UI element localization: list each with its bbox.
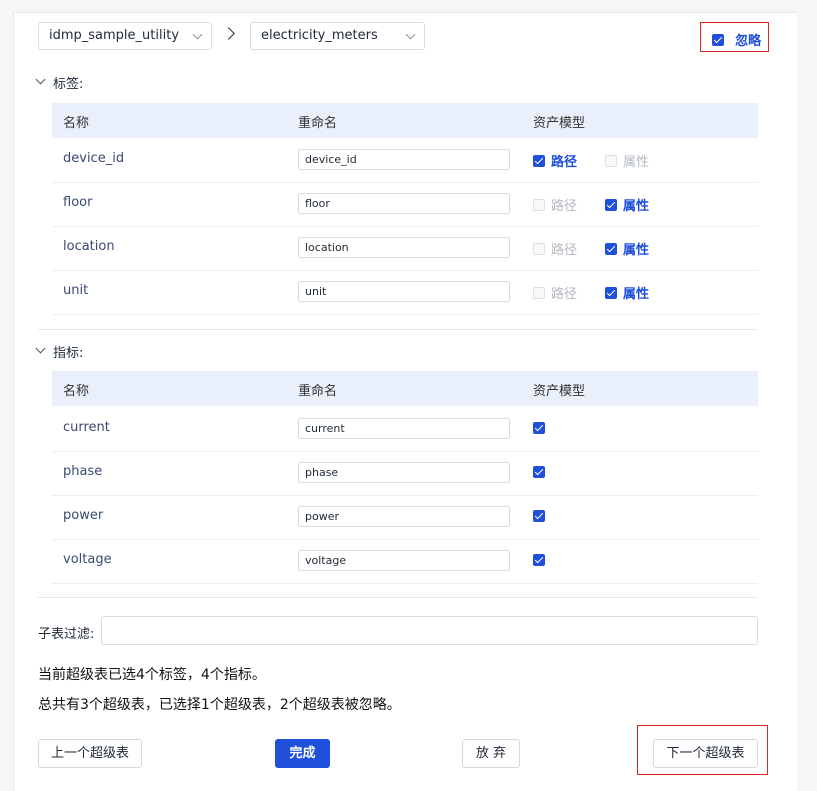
asset-model-checkbox[interactable] <box>533 420 545 435</box>
table-row: power power <box>52 495 758 540</box>
tags-section-title: 标签: <box>53 77 84 92</box>
asset-model-checkbox[interactable] <box>533 464 545 479</box>
metric-name: voltage <box>63 552 112 567</box>
attribute-checkbox[interactable]: 属性 <box>605 283 649 302</box>
checkbox-checked-icon <box>712 33 724 46</box>
asset-model-checkbox[interactable] <box>533 552 545 567</box>
table-row: current current <box>52 407 758 452</box>
ignore-label: 忽略 <box>735 34 762 49</box>
checkbox-checked-icon <box>533 553 545 566</box>
rename-input[interactable]: power <box>298 506 510 527</box>
filter-label: 子表过滤: <box>38 627 95 642</box>
database-select-value: idmp_sample_utility <box>49 28 180 43</box>
column-header-rename: 重命名 <box>298 384 338 399</box>
next-supertable-button[interactable]: 下一个超级表 <box>653 739 758 768</box>
tag-name: floor <box>63 195 93 210</box>
rename-input[interactable]: unit <box>298 281 510 302</box>
path-label: 路径 <box>551 287 578 302</box>
path-checkbox[interactable]: 路径 <box>533 283 577 302</box>
metrics-section-title: 指标: <box>53 346 84 361</box>
metric-name: current <box>63 420 110 435</box>
metric-name: phase <box>63 464 103 479</box>
table-row: voltage voltage <box>52 539 758 584</box>
rename-input[interactable]: device_id <box>298 149 510 170</box>
ignore-checkbox[interactable]: 忽略 <box>712 29 761 49</box>
tag-name: unit <box>63 283 89 298</box>
checkbox-checked-icon <box>533 465 545 478</box>
tags-table-header: 名称 重命名 资产模型 <box>52 103 758 138</box>
metrics-table-header: 名称 重命名 资产模型 <box>52 371 758 406</box>
abandon-button[interactable]: 放 弃 <box>462 739 520 768</box>
attribute-checkbox[interactable]: 属性 <box>605 195 649 214</box>
section-divider <box>38 329 758 330</box>
supertable-summary: 总共有3个超级表，已选择1个超级表，2个超级表被忽略。 <box>38 697 401 713</box>
table-row: unit unit 路径 属性 <box>52 270 758 315</box>
metric-name: power <box>63 508 104 523</box>
checkbox-unchecked-icon <box>605 154 617 167</box>
supertable-select[interactable]: electricity_meters <box>250 22 425 50</box>
column-header-asset-model: 资产模型 <box>533 384 586 399</box>
checkbox-checked-icon <box>533 509 545 522</box>
attribute-label: 属性 <box>623 243 650 258</box>
table-row: location location 路径 属性 <box>52 226 758 271</box>
rename-input[interactable]: voltage <box>298 550 510 571</box>
database-select[interactable]: idmp_sample_utility <box>38 22 212 50</box>
column-header-asset-model: 资产模型 <box>533 116 586 131</box>
column-header-rename: 重命名 <box>298 116 338 131</box>
table-row: floor floor 路径 属性 <box>52 182 758 227</box>
path-checkbox[interactable]: 路径 <box>533 151 577 170</box>
path-label: 路径 <box>551 243 578 258</box>
attribute-checkbox[interactable]: 属性 <box>605 151 649 170</box>
asset-model-checkbox[interactable] <box>533 508 545 523</box>
rename-input[interactable]: current <box>298 418 510 439</box>
selection-summary: 当前超级表已选4个标签，4个指标。 <box>38 667 266 683</box>
checkbox-checked-icon <box>533 421 545 434</box>
checkbox-checked-icon <box>605 286 617 299</box>
rename-input[interactable]: phase <box>298 462 510 483</box>
finish-button[interactable]: 完成 <box>275 739 330 768</box>
subtable-filter-input[interactable] <box>101 616 758 645</box>
table-row: phase phase <box>52 451 758 496</box>
tag-name: location <box>63 239 115 254</box>
checkbox-unchecked-icon <box>533 198 545 211</box>
column-header-name: 名称 <box>63 384 90 399</box>
path-label: 路径 <box>551 155 578 170</box>
chevron-down-icon <box>192 29 203 40</box>
checkbox-checked-icon <box>533 154 545 167</box>
path-checkbox[interactable]: 路径 <box>533 195 577 214</box>
attribute-label: 属性 <box>623 287 650 302</box>
attribute-label: 属性 <box>623 155 650 170</box>
section-divider <box>38 597 758 598</box>
rename-input[interactable]: location <box>298 237 510 258</box>
table-row: device_id device_id 路径 属性 <box>52 138 758 183</box>
attribute-label: 属性 <box>623 199 650 214</box>
tag-name: device_id <box>63 151 125 166</box>
attribute-checkbox[interactable]: 属性 <box>605 239 649 258</box>
checkbox-checked-icon <box>605 198 617 211</box>
chevron-down-icon <box>405 29 416 40</box>
supertable-select-value: electricity_meters <box>261 28 378 43</box>
path-label: 路径 <box>551 199 578 214</box>
checkbox-unchecked-icon <box>533 242 545 255</box>
column-header-name: 名称 <box>63 116 90 131</box>
checkbox-unchecked-icon <box>533 286 545 299</box>
checkbox-checked-icon <box>605 242 617 255</box>
path-checkbox[interactable]: 路径 <box>533 239 577 258</box>
rename-input[interactable]: floor <box>298 193 510 214</box>
previous-supertable-button[interactable]: 上一个超级表 <box>38 739 142 768</box>
